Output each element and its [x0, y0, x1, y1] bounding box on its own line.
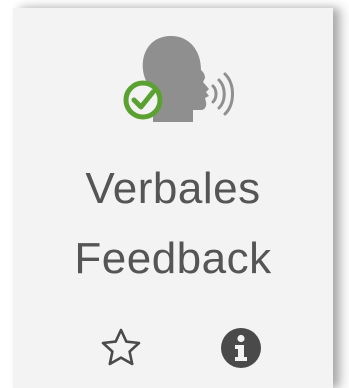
card-actions: [13, 323, 333, 379]
star-outline-icon: [101, 328, 141, 366]
activity-title-line2: Feedback: [74, 234, 272, 283]
activity-card[interactable]: Verbales Feedback: [13, 8, 333, 388]
info-button[interactable]: [216, 323, 266, 373]
activity-title-line1: Verbales: [85, 164, 261, 213]
speaking-head-with-check-icon: [113, 26, 243, 136]
favorite-button[interactable]: [96, 323, 146, 373]
info-circle-icon: [221, 328, 261, 368]
